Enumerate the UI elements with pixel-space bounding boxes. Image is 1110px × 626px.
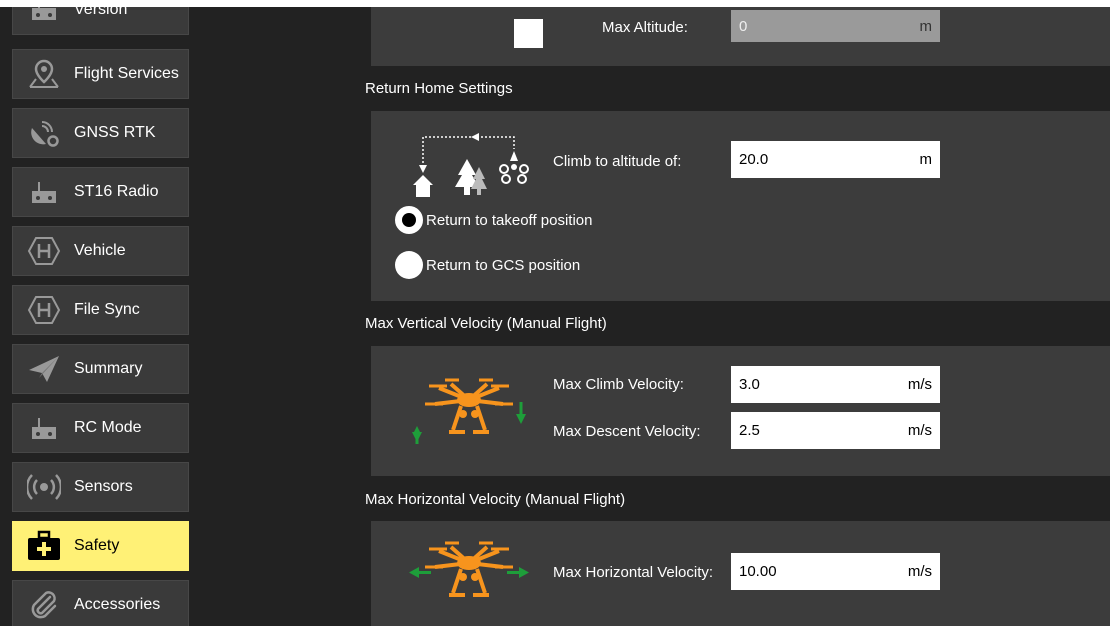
max-climb-velocity-value: 3.0	[739, 376, 760, 393]
max-horizontal-velocity-field[interactable]: 10.00 m/s	[731, 553, 940, 590]
horizontal-velocity-title: Max Horizontal Velocity (Manual Flight)	[365, 491, 626, 508]
return-home-panel: Climb to altitude of: 20.0 m Return to t…	[371, 111, 1110, 301]
return-takeoff-radio[interactable]	[395, 206, 423, 234]
sidebar-item-label: Flight Services	[74, 65, 179, 82]
climb-altitude-unit: m	[919, 151, 933, 168]
paper-plane-icon	[20, 345, 68, 393]
max-climb-velocity-unit: m/s	[907, 376, 932, 393]
sidebar-item-label: Safety	[74, 537, 120, 554]
drone-vertical-icon	[409, 370, 529, 455]
return-gcs-label[interactable]: Return to GCS position	[426, 257, 580, 274]
max-horizontal-velocity-label: Max Horizontal Velocity:	[553, 564, 714, 581]
sidebar-item-label: GNSS RTK	[74, 124, 156, 141]
max-descent-velocity-label: Max Descent Velocity:	[553, 423, 701, 440]
return-home-title: Return Home Settings	[365, 80, 513, 97]
drone-horizontal-icon	[409, 533, 529, 618]
max-descent-velocity-unit: m/s	[907, 422, 932, 439]
paperclip-icon	[20, 581, 68, 626]
climb-altitude-value: 20.0	[739, 151, 769, 168]
sidebar-item-rc-mode[interactable]: RC Mode	[12, 403, 189, 453]
climb-altitude-field[interactable]: 20.0 m	[731, 141, 940, 178]
sidebar-item-label: ST16 Radio	[74, 183, 159, 200]
sidebar-item-label: File Sync	[74, 301, 140, 318]
max-descent-velocity-value: 2.5	[739, 422, 760, 439]
climb-altitude-label: Climb to altitude of:	[553, 153, 682, 170]
sidebar-item-label: Sensors	[74, 478, 133, 495]
sidebar-item-label: RC Mode	[74, 419, 142, 436]
first-aid-kit-icon	[20, 522, 68, 570]
max-descent-velocity-field[interactable]: 2.5 m/s	[731, 412, 940, 449]
satellite-gear-icon	[20, 109, 68, 157]
max-altitude-field[interactable]: 0 m	[731, 10, 940, 42]
vertical-velocity-title: Max Vertical Velocity (Manual Flight)	[365, 315, 607, 332]
sidebar: Version Flight Services GNSS RTK ST16 Ra…	[0, 7, 197, 626]
sidebar-item-sensors[interactable]: Sensors	[12, 462, 189, 512]
top-strip	[0, 0, 1110, 7]
sidebar-item-file-sync[interactable]: File Sync	[12, 285, 189, 335]
sidebar-item-summary[interactable]: Summary	[12, 344, 189, 394]
max-altitude-unit: m	[919, 17, 933, 35]
sidebar-item-gnss-rtk[interactable]: GNSS RTK	[12, 108, 189, 158]
sidebar-item-vehicle[interactable]: Vehicle	[12, 226, 189, 276]
return-home-illustration-icon	[411, 129, 536, 204]
broadcast-icon	[20, 463, 68, 511]
sidebar-item-st16-radio[interactable]: ST16 Radio	[12, 167, 189, 217]
vertical-velocity-panel: Max Climb Velocity: 3.0 m/s Max Descent …	[371, 346, 1110, 476]
sidebar-item-label: Vehicle	[74, 242, 126, 259]
sidebar-item-label: Version	[74, 7, 128, 18]
max-altitude-value: 0	[739, 17, 748, 35]
geofence-checkbox[interactable]	[514, 19, 543, 48]
main-content: Max Altitude: 0 m Return Home Settings C…	[197, 7, 1110, 626]
radio-controller-icon	[20, 168, 68, 216]
max-climb-velocity-label: Max Climb Velocity:	[553, 376, 684, 393]
max-climb-velocity-field[interactable]: 3.0 m/s	[731, 366, 940, 403]
return-gcs-radio[interactable]	[395, 251, 423, 279]
sidebar-item-version[interactable]: Version	[12, 7, 189, 35]
return-takeoff-label[interactable]: Return to takeoff position	[426, 212, 593, 229]
geofence-panel: Max Altitude: 0 m	[371, 7, 1110, 66]
sidebar-item-label: Summary	[74, 360, 143, 377]
hexagon-h-icon	[20, 227, 68, 275]
sidebar-item-safety[interactable]: Safety	[12, 521, 189, 571]
sidebar-item-label: Accessories	[74, 596, 161, 613]
sidebar-item-accessories[interactable]: Accessories	[12, 580, 189, 626]
max-altitude-label: Max Altitude:	[602, 19, 688, 36]
radio-controller-icon	[20, 404, 68, 452]
max-horizontal-velocity-unit: m/s	[907, 563, 932, 580]
horizontal-velocity-panel: Max Horizontal Velocity: 10.00 m/s	[371, 521, 1110, 626]
sidebar-item-flight-services[interactable]: Flight Services	[12, 49, 189, 99]
map-pin-icon	[20, 50, 68, 98]
hexagon-h-icon	[20, 286, 68, 334]
radio-controller-icon	[20, 7, 68, 34]
max-horizontal-velocity-value: 10.00	[739, 563, 777, 580]
